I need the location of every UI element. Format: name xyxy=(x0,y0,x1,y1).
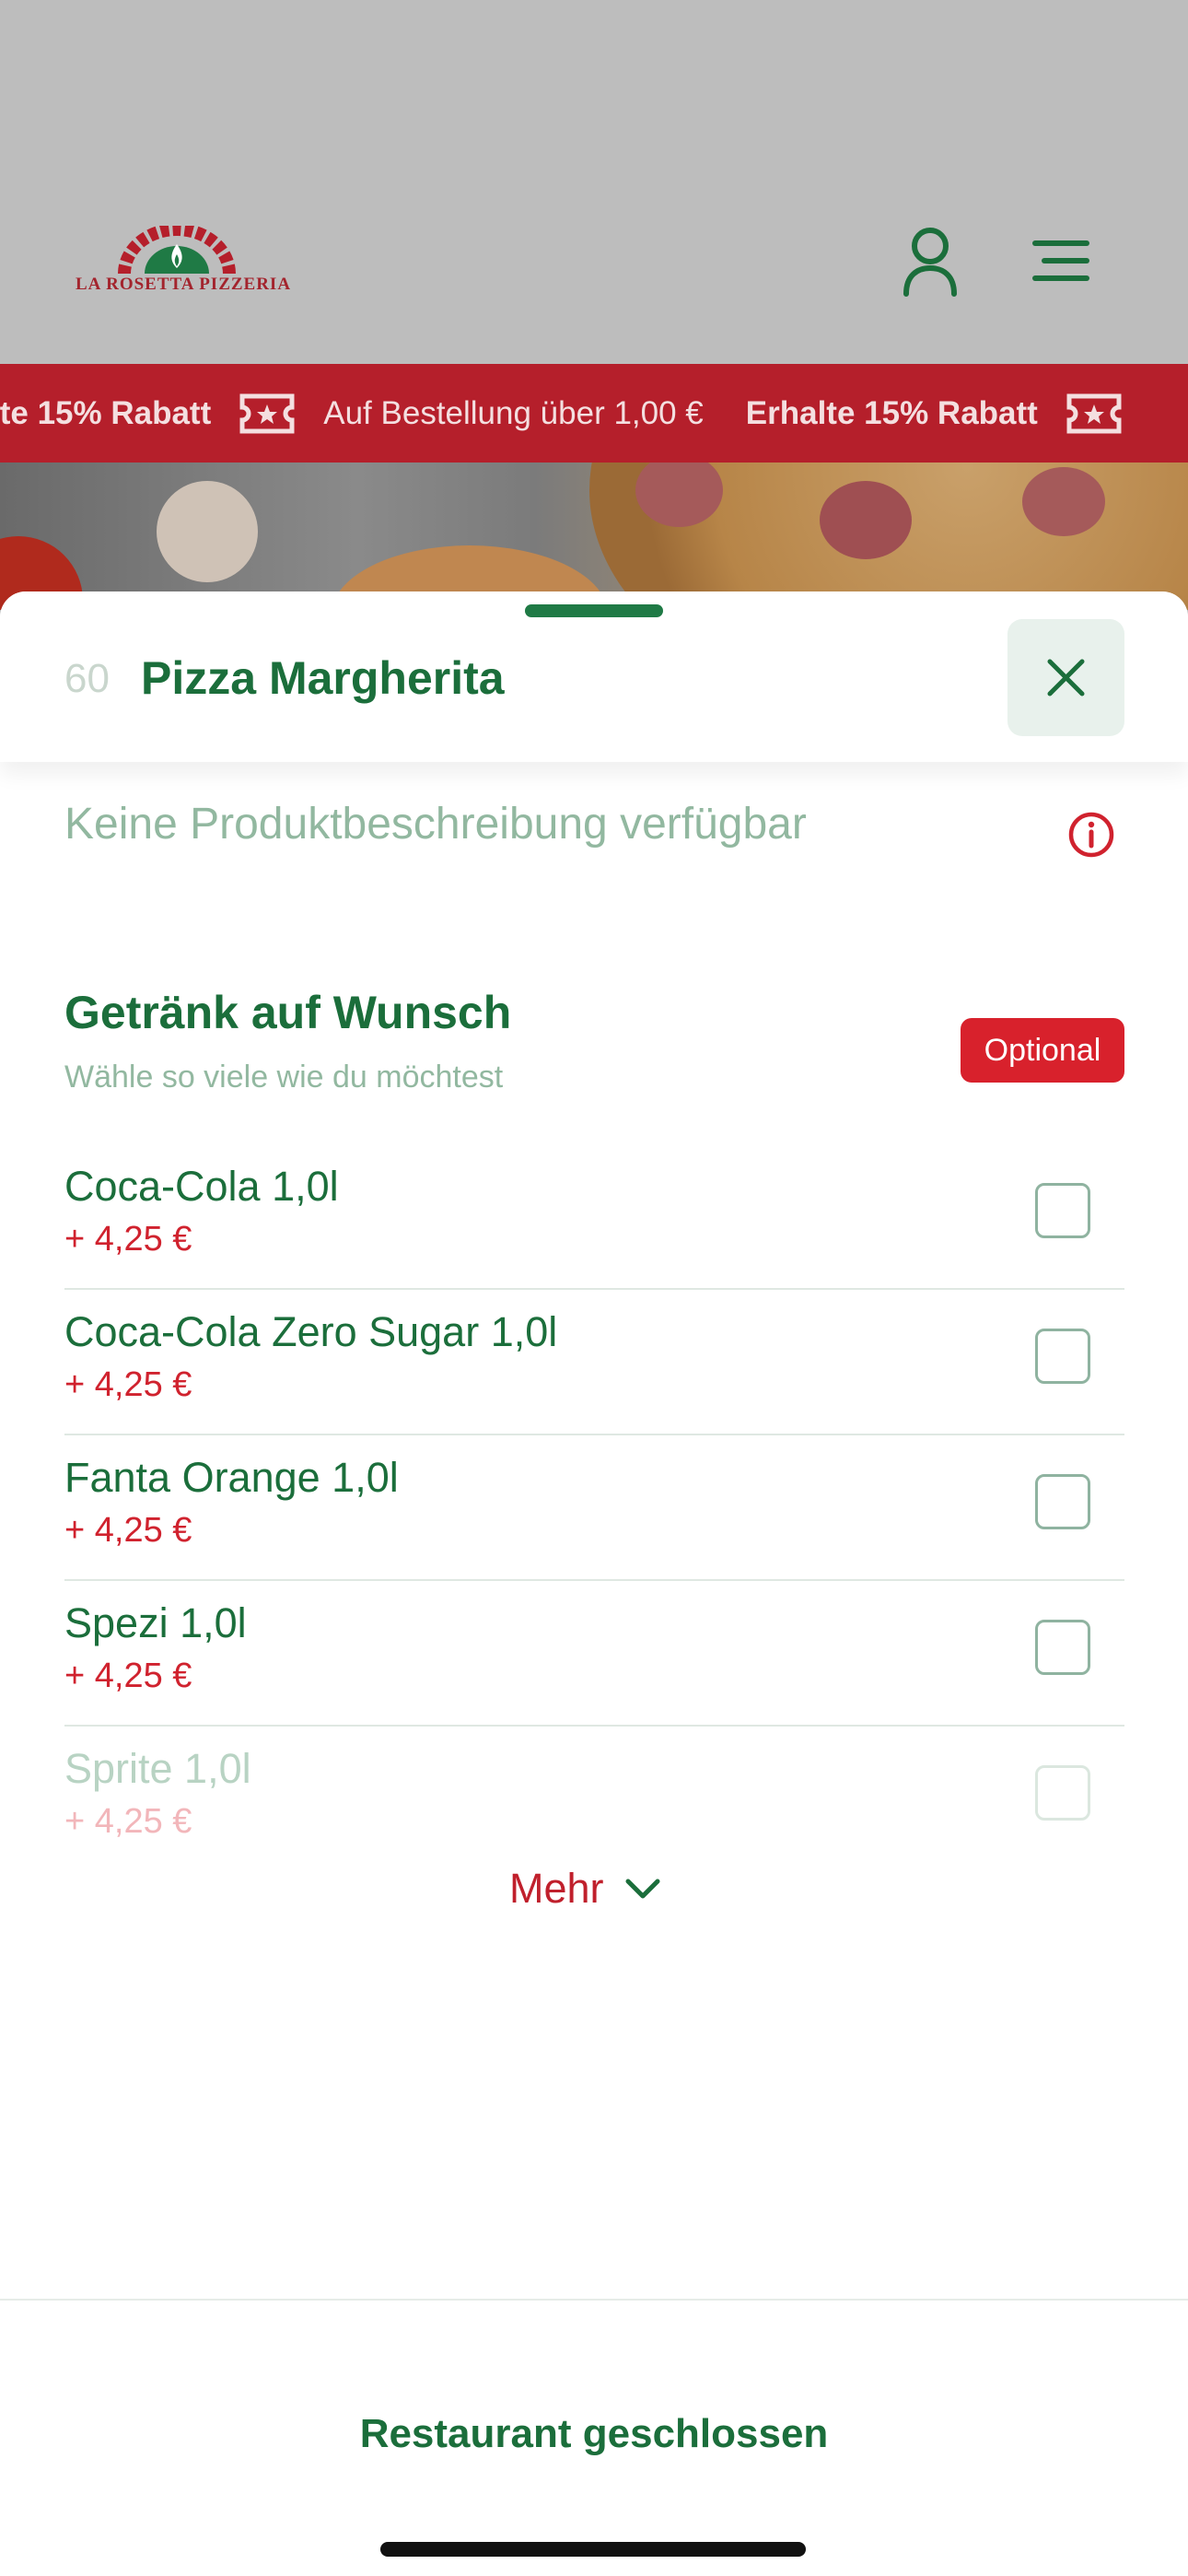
option-price: + 4,25 € xyxy=(64,1657,192,1695)
sheet-header: 60 Pizza Margherita xyxy=(0,591,1188,762)
product-number: 60 xyxy=(64,656,110,701)
option-name: Coca-Cola 1,0l xyxy=(64,1163,339,1210)
user-icon[interactable] xyxy=(903,226,958,298)
ticker-promo-title: Erhalte 15% Rabatt xyxy=(745,394,1038,431)
product-hero-image xyxy=(0,463,1188,610)
option-price: + 4,25 € xyxy=(64,1365,192,1404)
footer-divider xyxy=(0,2299,1188,2301)
product-title: Pizza Margherita xyxy=(141,652,505,704)
home-indicator[interactable] xyxy=(380,2542,806,2557)
option-price: + 4,25 € xyxy=(64,1220,192,1259)
restaurant-closed-status: Restaurant geschlossen xyxy=(359,2411,829,2456)
optional-badge: Optional xyxy=(961,1018,1124,1083)
product-bottom-sheet: 60 Pizza Margherita Keine Produktbeschre… xyxy=(0,591,1188,2576)
ticket-icon xyxy=(239,393,295,433)
option-group-subtitle: Wähle so viele wie du möchtest xyxy=(64,1060,504,1095)
option-spezi[interactable]: Spezi 1,0l + 4,25 € xyxy=(64,1581,1124,1727)
pizza-oven-icon xyxy=(118,226,236,275)
option-price: + 4,25 € xyxy=(64,1802,192,1841)
option-name: Spezi 1,0l xyxy=(64,1599,247,1646)
chevron-down-icon xyxy=(625,1879,660,1899)
show-more-button[interactable]: Mehr xyxy=(509,1861,661,1916)
option-checkbox[interactable] xyxy=(1035,1183,1090,1238)
hamburger-menu-icon[interactable] xyxy=(1031,238,1090,284)
option-checkbox[interactable] xyxy=(1035,1765,1090,1821)
close-icon xyxy=(1047,659,1085,697)
option-checkbox[interactable] xyxy=(1035,1329,1090,1384)
option-checkbox[interactable] xyxy=(1035,1474,1090,1529)
option-checkbox[interactable] xyxy=(1035,1620,1090,1675)
option-coca-cola[interactable]: Coca-Cola 1,0l + 4,25 € xyxy=(64,1144,1124,1290)
option-fanta-orange[interactable]: Fanta Orange 1,0l + 4,25 € xyxy=(64,1435,1124,1581)
ticker-promo-text: Auf Bestellung über 1,00 € xyxy=(323,394,704,431)
promo-ticker: lte 15% Rabatt Auf Bestellung über 1,00 … xyxy=(0,364,1188,463)
option-group-title: Getränk auf Wunsch xyxy=(64,987,512,1038)
close-button[interactable] xyxy=(1007,619,1124,736)
show-more-label: Mehr xyxy=(509,1865,604,1912)
product-description: Keine Produktbeschreibung verfügbar xyxy=(64,800,807,849)
option-coca-cola-zero[interactable]: Coca-Cola Zero Sugar 1,0l + 4,25 € xyxy=(64,1290,1124,1435)
ticket-icon xyxy=(1066,393,1122,433)
app-header: LA ROSETTA PIZZERIA xyxy=(0,0,1188,364)
option-name: Fanta Orange 1,0l xyxy=(64,1454,399,1501)
drag-handle[interactable] xyxy=(525,604,663,617)
option-name: Sprite 1,0l xyxy=(64,1745,251,1792)
option-sprite[interactable]: Sprite 1,0l + 4,25 € xyxy=(64,1727,1124,1870)
option-price: + 4,25 € xyxy=(64,1511,192,1550)
info-icon[interactable] xyxy=(1067,811,1115,859)
ticker-promo-title: lte 15% Rabatt xyxy=(0,394,212,431)
option-name: Coca-Cola Zero Sugar 1,0l xyxy=(64,1308,558,1355)
logo-text: LA ROSETTA PIZZERIA xyxy=(76,275,292,294)
drink-options-list: Coca-Cola 1,0l + 4,25 € Coca-Cola Zero S… xyxy=(64,1144,1124,1870)
restaurant-logo[interactable]: LA ROSETTA PIZZERIA xyxy=(76,226,292,299)
